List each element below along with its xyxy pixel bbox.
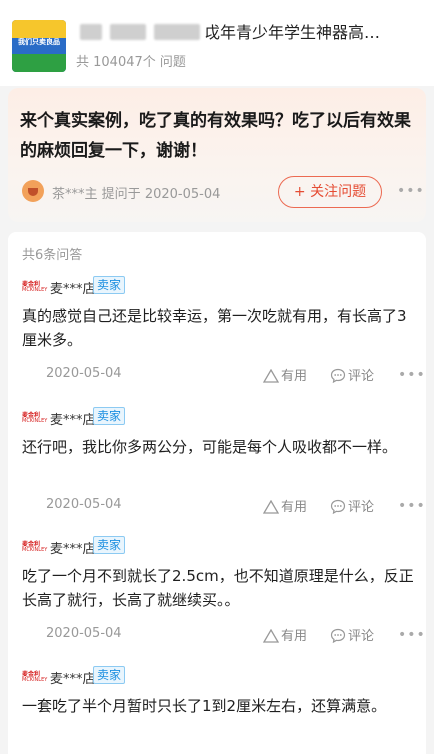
useful-button[interactable]: 有用 (262, 625, 308, 644)
answer-text: 还行吧，我比你多两公分，可能是每个人吸收都不一样。 (22, 438, 398, 456)
useful-button[interactable]: 有用 (262, 365, 308, 384)
seller-logo: 麦金利 MCKINLEY (22, 279, 48, 295)
product-thumbnail[interactable]: 我们只卖良品 (12, 20, 66, 72)
more-icon[interactable]: ••• (397, 183, 425, 199)
useful-label: 有用 (281, 629, 308, 644)
asker-avatar (22, 180, 44, 202)
blurred-title-part (154, 24, 200, 40)
answer-item[interactable]: 麦金利 MCKINLEY 麦***店 卖家 真的感觉自己还是比较幸运，第一次吃就… (8, 276, 426, 404)
seller-logo: 麦金利 MCKINLEY (22, 539, 48, 555)
asker-name: 茶***主 (52, 187, 98, 202)
answer-item[interactable]: 麦金利 MCKINLEY 麦***店 卖家 还行吧，我比你多两公分，可能是每个人… (8, 407, 426, 535)
product-header[interactable]: 我们只卖良品 戉年青少年学生神器高… 共 104047个 问题 (0, 0, 434, 86)
seller-name: 麦***店 (50, 672, 96, 687)
answer-item[interactable]: 麦金利 MCKINLEY 麦***店 卖家 一套吃了半个月暂时只长了1到2厘米左… (8, 666, 426, 754)
question-text: 来个真实案例，吃了真的有效果吗？吃了以后有效果的麻烦回复一下，谢谢！ (20, 111, 411, 161)
seller-logo-bottom: MCKINLEY (22, 547, 48, 553)
thumbnail-text: 我们只卖良品 (18, 38, 60, 46)
seller-logo: 麦金利 MCKINLEY (22, 410, 48, 426)
follow-question-button[interactable]: + 关注问题 (278, 176, 382, 208)
seller-badge: 卖家 (93, 536, 126, 554)
seller-badge: 卖家 (93, 407, 126, 425)
seller-badge: 卖家 (93, 276, 126, 294)
comment-icon (330, 368, 346, 384)
useful-label: 有用 (281, 369, 308, 384)
comment-button[interactable]: 评论 (330, 625, 374, 644)
more-icon[interactable]: ••• (398, 498, 426, 514)
comment-label: 评论 (348, 500, 375, 515)
seller-logo-bottom: MCKINLEY (22, 287, 48, 293)
thumbnail-band-bottom (12, 54, 66, 72)
answers-count: 共6条问答 (22, 248, 83, 263)
asker-meta: 茶***主 提问于 2020-05-04 (52, 183, 220, 202)
comment-icon (330, 499, 346, 515)
triangle-icon (262, 628, 280, 643)
seller-name: 麦***店 (50, 542, 96, 557)
blurred-title-part (110, 24, 146, 40)
seller-name: 麦***店 (50, 282, 96, 297)
answer-date: 2020-05-04 (46, 626, 122, 641)
thumbnail-band-top (12, 20, 66, 38)
question-card: 来个真实案例，吃了真的有效果吗？吃了以后有效果的麻烦回复一下，谢谢！ 茶***主… (8, 88, 426, 222)
answer-date: 2020-05-04 (46, 366, 122, 381)
answer-item[interactable]: 麦金利 MCKINLEY 麦***店 卖家 吃了一个月不到就长了2.5cm，也不… (8, 536, 426, 664)
answer-text: 真的感觉自己还是比较幸运，第一次吃就有用，有长高了3厘米多。 (22, 307, 407, 349)
asked-label: 提问于 (101, 187, 141, 202)
product-title[interactable]: 戉年青少年学生神器高… (204, 19, 380, 43)
blurred-title-part (80, 24, 102, 40)
triangle-icon (262, 368, 280, 383)
seller-logo-bottom: MCKINLEY (22, 677, 48, 683)
seller-logo: 麦金利 MCKINLEY (22, 669, 48, 685)
comment-button[interactable]: 评论 (330, 496, 374, 515)
useful-button[interactable]: 有用 (262, 496, 308, 515)
triangle-icon (262, 499, 280, 514)
seller-logo-bottom: MCKINLEY (22, 418, 48, 424)
answer-text: 吃了一个月不到就长了2.5cm，也不知道原理是什么，反正长高了就行，长高了就继续… (22, 567, 414, 609)
comment-icon (330, 628, 346, 644)
comment-label: 评论 (348, 629, 375, 644)
question-count: 共 104047个 问题 (76, 55, 186, 70)
asked-date: 2020-05-04 (144, 187, 221, 202)
answer-text: 一套吃了半个月暂时只长了1到2厘米左右，还算满意。 (22, 697, 387, 715)
seller-name: 麦***店 (50, 413, 96, 428)
useful-label: 有用 (281, 500, 308, 515)
seller-badge: 卖家 (93, 666, 126, 684)
comment-label: 评论 (348, 369, 375, 384)
more-icon[interactable]: ••• (398, 367, 426, 383)
comment-button[interactable]: 评论 (330, 365, 374, 384)
answer-date: 2020-05-04 (46, 497, 122, 512)
answers-panel: 共6条问答 麦金利 MCKINLEY 麦***店 卖家 真的感觉自己还是比较幸运… (8, 232, 426, 754)
more-icon[interactable]: ••• (398, 627, 426, 643)
